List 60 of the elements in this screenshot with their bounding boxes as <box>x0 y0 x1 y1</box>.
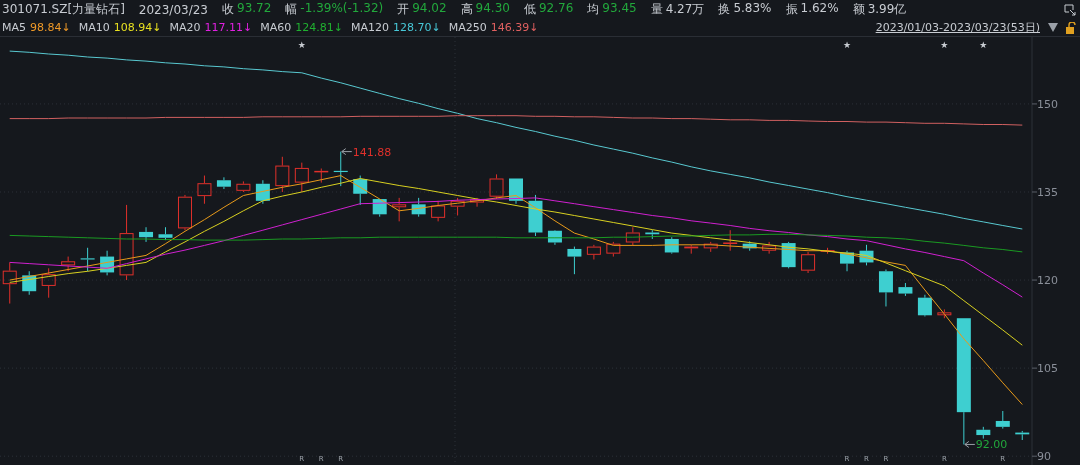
field-label: 幅 <box>285 1 298 18</box>
candlestick <box>878 269 893 307</box>
ma-label: MA20 <box>169 21 201 34</box>
star-marker: ★ <box>843 40 852 50</box>
window-restore-icon[interactable] <box>1064 3 1076 16</box>
axis-tick-label: 105 <box>1037 362 1058 376</box>
price-annotation: 92.00 <box>975 438 1008 452</box>
price-annotation: 141.88 <box>352 145 392 159</box>
field-value: 5.83% <box>733 1 772 17</box>
candlestick <box>840 250 854 272</box>
field-value: 93.45 <box>602 1 637 17</box>
field-value: 4.27万 <box>665 1 705 18</box>
axis-tick-label: 90 <box>1037 450 1051 464</box>
field-label: 额 <box>852 1 865 18</box>
axis-tick-label: 135 <box>1037 186 1058 199</box>
candlestick <box>333 151 348 187</box>
star-marker: ★ <box>979 40 988 50</box>
candlestick <box>976 426 991 440</box>
axis-tick-label: 120 <box>1037 274 1058 288</box>
field-label: 高 <box>460 1 473 18</box>
candlestick <box>859 244 874 266</box>
field-value: 92.76 <box>538 1 574 17</box>
candlestick <box>937 308 952 319</box>
ma-value: 124.81↓ <box>295 21 343 34</box>
star-marker: ★ <box>940 40 949 50</box>
dropdown-triangle-icon[interactable] <box>1048 23 1058 32</box>
date-range-link[interactable]: 2023/01/03-2023/03/23(53日) <box>875 20 1040 35</box>
field-label: 振 <box>785 1 798 18</box>
ma-value: 117.11↓ <box>204 21 253 34</box>
field-label: 量 <box>650 1 663 18</box>
leader-line <box>341 148 353 156</box>
field-label: 低 <box>523 1 536 18</box>
ma-label: MA60 <box>260 21 292 34</box>
axis-tick-label: 150 <box>1037 97 1058 111</box>
field-value: 1.62% <box>800 1 839 17</box>
lock-icon[interactable] <box>1066 21 1076 34</box>
field-label: 收 <box>222 1 234 18</box>
field-value: 94.30 <box>475 1 510 17</box>
candlestick <box>294 162 309 193</box>
ma-value: 128.70↓ <box>392 21 441 34</box>
ma-label: MA120 <box>350 21 389 34</box>
field-label: 开 <box>397 1 410 18</box>
quote-date: 2023/03/23 <box>138 2 208 17</box>
field-label: 换 <box>718 1 731 18</box>
field-label: 均 <box>587 1 600 18</box>
ma-value: 98.84↓ <box>30 21 71 34</box>
ma-label: MA10 <box>78 21 110 34</box>
star-marker: ★ <box>297 40 306 50</box>
candlestick <box>995 410 1010 430</box>
stock-symbol: 301071.SZ[力量钻石] <box>2 1 125 18</box>
field-value: 3.99亿 <box>867 1 907 18</box>
field-value: 94.02 <box>412 1 447 17</box>
field-value: -1.39%(-1.32) <box>300 1 384 17</box>
candlestick <box>314 168 329 184</box>
field-value: 93.72 <box>237 1 272 17</box>
ma-label: MA250 <box>448 21 487 34</box>
leader-line <box>964 440 976 448</box>
ma-value: 108.94↓ <box>113 21 162 34</box>
ma-label: MA5 <box>2 21 26 34</box>
ma-value: 146.39↓ <box>490 21 539 34</box>
